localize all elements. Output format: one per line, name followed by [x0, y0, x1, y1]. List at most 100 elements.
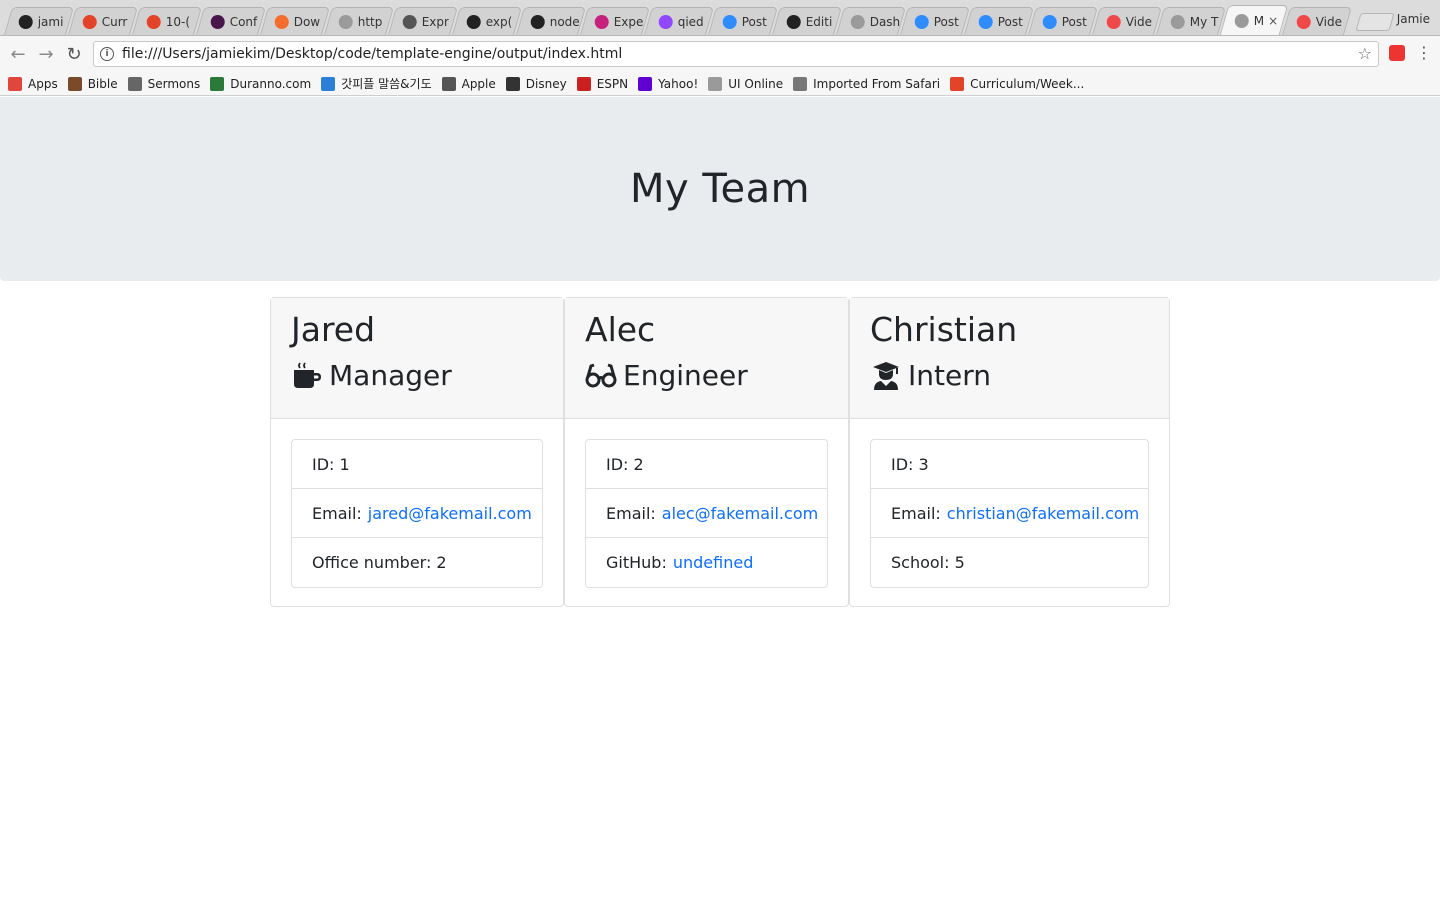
employee-card-engineer: Alec Engineer ID: 2 Email: alec@fakemail… [564, 297, 849, 607]
role-label: Engineer [623, 359, 748, 392]
folder-icon [793, 76, 808, 91]
employee-name: Alec [585, 310, 656, 349]
browser-tab[interactable]: exp( [451, 7, 523, 35]
browser-tab[interactable]: Vide [1091, 7, 1163, 35]
tab-label: http [357, 14, 383, 29]
glasses-icon [585, 361, 617, 391]
browser-tab[interactable]: Curr [67, 7, 139, 35]
bookmark-item[interactable]: Apple [441, 76, 496, 91]
url-text[interactable]: file:///Users/jamiekim/Desktop/code/temp… [122, 46, 622, 62]
bible-icon [67, 76, 82, 91]
bookmark-item[interactable]: Bible [67, 76, 118, 91]
graduate-icon [870, 361, 902, 391]
new-tab-button[interactable] [1355, 13, 1395, 31]
employee-card-manager: Jared Manager ID: 1 Email: jared@fakemai… [270, 297, 564, 607]
page-icon [1234, 13, 1249, 28]
browser-tab[interactable]: My T [1155, 7, 1227, 35]
bookmark-item[interactable]: Yahoo! [638, 76, 699, 91]
browser-toolbar: ← → ↻ i file:///Users/jamiekim/Desktop/c… [0, 36, 1440, 72]
gitlab-icon [146, 14, 161, 29]
employee-card-intern: Christian Intern ID: 3 Email: christian@… [849, 297, 1170, 607]
back-button[interactable]: ← [4, 40, 32, 68]
godpeople-icon [321, 76, 336, 91]
express-icon [402, 14, 417, 29]
bookmark-item[interactable]: ESPN [576, 76, 628, 91]
bookmark-label: Disney [525, 76, 567, 91]
video-icon [1296, 14, 1311, 29]
email-link[interactable]: alec@fakemail.com [662, 504, 818, 523]
tab-label: qied [677, 14, 704, 29]
browser-tab[interactable]: jami [3, 7, 75, 35]
profile-name[interactable]: Jamie [1397, 12, 1430, 26]
reload-icon: ↻ [66, 43, 82, 65]
bookmark-item[interactable]: Sermons [127, 76, 200, 91]
bookmark-label: Yahoo! [658, 76, 699, 91]
email-link[interactable]: jared@fakemail.com [368, 504, 532, 523]
tab-label: Vide [1315, 14, 1343, 29]
browser-tab[interactable]: Expe [579, 7, 651, 35]
tab-label: Post [741, 14, 767, 29]
slack-icon [210, 14, 225, 29]
email-label: Email: [312, 503, 362, 523]
tab-label: jami [37, 14, 64, 29]
browser-tab[interactable]: qied [643, 7, 715, 35]
bookmark-item[interactable]: Imported From Safari [793, 76, 941, 91]
forward-button[interactable]: → [32, 40, 60, 68]
bookmark-label: Curriculum/Week... [970, 76, 1085, 91]
browser-tab[interactable]: Expr [387, 7, 459, 35]
apps-grid-icon [8, 76, 22, 91]
card-header: Alec Engineer [565, 298, 848, 419]
bookmark-item[interactable]: Curriculum/Week... [950, 76, 1085, 91]
extension-icon[interactable] [1389, 45, 1405, 61]
team-cards: Jared Manager ID: 1 Email: jared@fakemai… [270, 297, 1170, 607]
email-label: Email: [891, 503, 941, 523]
tab-label: node [549, 14, 580, 29]
card-body: ID: 2 Email: alec@fakemail.com GitHub: u… [565, 419, 848, 608]
tab-label: My T [1189, 14, 1219, 29]
browser-tab[interactable]: Post [707, 7, 779, 35]
address-bar[interactable]: i file:///Users/jamiekim/Desktop/code/te… [93, 41, 1379, 67]
github-link[interactable]: undefined [673, 553, 754, 572]
duranno-icon [210, 76, 225, 91]
bookmark-label: Duranno.com [230, 76, 312, 91]
reload-button[interactable]: ↻ [60, 40, 88, 68]
video-icon [1106, 14, 1121, 29]
browser-tab[interactable]: Dow [259, 7, 331, 35]
tab-label: 10-( [165, 14, 191, 29]
browser-tab[interactable]: M × [1219, 5, 1289, 35]
github-icon [530, 14, 545, 29]
browser-tab[interactable]: Post [1027, 7, 1099, 35]
list-item-email: Email: alec@fakemail.com [586, 489, 827, 538]
browser-tab[interactable]: Dash [835, 7, 907, 35]
browser-tab[interactable]: Vide [1281, 7, 1353, 35]
employee-role: Engineer [585, 356, 828, 396]
browser-tab[interactable]: Conf [195, 7, 267, 35]
browser-tab[interactable]: Post [963, 7, 1035, 35]
tab-label: Dash [869, 14, 901, 29]
bookmark-item[interactable]: Duranno.com [210, 76, 312, 91]
bookmark-star-icon[interactable]: ☆ [1358, 44, 1372, 63]
bookmark-item[interactable]: 갓피플 말씀&기도 [321, 75, 432, 92]
browser-tab[interactable]: http [323, 7, 395, 35]
close-tab-icon[interactable]: × [1268, 14, 1278, 28]
back-arrow-icon: ← [10, 43, 26, 65]
kebab-menu-icon[interactable]: ⋮ [1416, 44, 1432, 62]
browser-tab[interactable]: Post [899, 7, 971, 35]
bookmark-item[interactable]: UI Online [708, 76, 783, 91]
bookmark-item[interactable]: Disney [505, 76, 567, 91]
list-item-email: Email: jared@fakemail.com [292, 489, 542, 538]
browser-tab[interactable]: Editi [771, 7, 843, 35]
email-label: Email: [606, 503, 656, 523]
list-item-school: School: 5 [891, 553, 965, 572]
tab-strip: jami Curr 10-( Conf Dow http Expr exp( node Expe q… [0, 0, 1440, 36]
bookmark-label: Imported From Safari [813, 76, 941, 91]
info-icon[interactable]: i [100, 47, 114, 61]
list-item-office-number: Office number: 2 [312, 553, 447, 572]
browser-tab[interactable]: 10-( [131, 7, 203, 35]
bookmark-item[interactable]: Apps [8, 76, 58, 91]
espn-icon [576, 76, 591, 91]
bookmark-label: Apps [28, 76, 58, 91]
browser-tab[interactable]: node [515, 7, 587, 35]
email-link[interactable]: christian@fakemail.com [947, 504, 1139, 523]
page-icon [708, 76, 723, 91]
